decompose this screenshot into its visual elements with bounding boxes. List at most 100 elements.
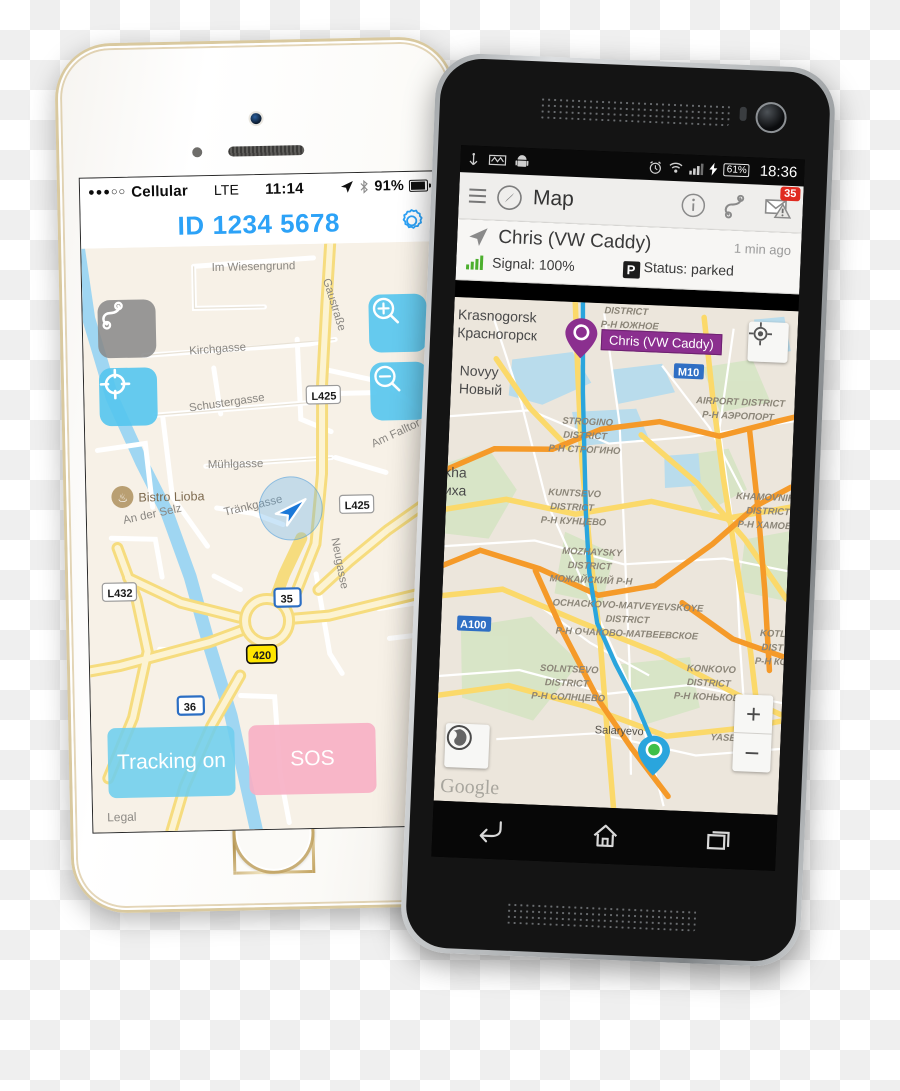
zoom-in-button[interactable] <box>368 293 428 353</box>
android-map-canvas[interactable]: M10 A100 Krasnogorsk Красногорск Novyy Н… <box>433 296 799 815</box>
signal-bars-icon <box>689 163 705 175</box>
street-label: Im Wiesengrund <box>212 260 296 274</box>
battery-percent-badge: 61% <box>723 163 751 178</box>
svg-text:DISTRICT: DISTRICT <box>550 501 595 514</box>
back-arrow-icon[interactable] <box>476 818 505 843</box>
road-shield: 35 <box>273 587 302 608</box>
svg-text:DISTRICT: DISTRICT <box>563 430 608 443</box>
svg-text:L425: L425 <box>345 500 370 513</box>
android-screen: 61% 18:36 Map 35 Chris (VW Caddy) 1 min … <box>431 145 805 871</box>
tracking-toggle-button[interactable]: Tracking on <box>107 725 236 799</box>
usb-icon <box>469 152 478 165</box>
ios-header: ID 1234 5678 <box>80 199 438 249</box>
current-location-puck <box>258 475 324 542</box>
svg-text:DISTRICT: DISTRICT <box>746 505 791 518</box>
network-type-label: LTE <box>213 181 240 198</box>
svg-text:DIST: DIST <box>761 642 784 654</box>
restaurant-icon: ♨ <box>117 491 128 505</box>
battery-percent-label: 91% <box>374 177 405 195</box>
legal-link[interactable]: Legal <box>107 810 137 825</box>
carrier-label: Cellular <box>131 182 189 201</box>
city-label: Novyy <box>459 362 499 380</box>
svg-text:420: 420 <box>253 650 272 662</box>
location-arrow-icon <box>341 181 354 193</box>
mail-badge-count: 35 <box>779 186 801 202</box>
cellular-dots-icon: ●●●○○ <box>87 185 127 199</box>
svg-text:KONKOVO: KONKOVO <box>687 663 737 676</box>
wifi-icon <box>669 162 683 173</box>
ios-map-canvas[interactable]: Im Wiesengrund Gaustraße Kirchgasse Schu… <box>81 241 450 833</box>
compass-icon <box>497 184 522 210</box>
ios-action-bar: Tracking on SOS Legal <box>91 705 449 832</box>
map-shield: M10 <box>673 363 705 380</box>
svg-text:DISTRICT: DISTRICT <box>567 560 612 573</box>
vehicle-status-label: Status: parked <box>643 258 735 279</box>
map-zoom-in-button[interactable]: + <box>733 694 774 735</box>
locate-me-button[interactable] <box>98 367 158 427</box>
street-label: Mühlgasse <box>208 458 264 471</box>
sos-button[interactable]: SOS <box>248 722 377 796</box>
road-shield: L425 <box>338 494 375 514</box>
android-sensor-icon <box>739 106 747 122</box>
svg-text:KUNTSEVO: KUNTSEVO <box>548 487 602 500</box>
crosshair-locate-icon <box>99 368 131 400</box>
svg-text:L432: L432 <box>107 588 132 601</box>
map-shield: A100 <box>456 615 492 632</box>
city-label: Krasnogorsk <box>458 306 538 325</box>
svg-text:L425: L425 <box>311 390 336 403</box>
route-track-icon[interactable] <box>721 194 749 220</box>
last-update-time: 1 min ago <box>733 240 792 258</box>
status-clock: 11:14 <box>264 179 304 198</box>
svg-text:DISTRICT: DISTRICT <box>605 614 650 627</box>
info-circle-icon[interactable] <box>680 192 706 218</box>
map-zoom-out-button[interactable]: − <box>732 733 772 773</box>
vehicle-info-panel[interactable]: Chris (VW Caddy) 1 min ago Signal: 100% … <box>455 219 802 295</box>
map-layers-button[interactable] <box>444 722 490 769</box>
vehicle-name: Chris (VW Caddy) <box>497 226 652 255</box>
bluetooth-icon <box>360 179 369 194</box>
page-title: Map <box>532 186 575 211</box>
device-id: ID 1234 5678 <box>177 207 340 241</box>
device-id-label: ID <box>177 209 205 241</box>
globe-layers-icon <box>446 725 472 751</box>
svg-text:DISTRICT: DISTRICT <box>545 677 590 690</box>
my-location-icon <box>748 322 773 346</box>
ios-screen: ●●●○○ Cellular LTE 11:14 91% ID 1234 5678 <box>78 170 451 834</box>
signal-bars-icon <box>465 255 484 270</box>
google-watermark: Google <box>439 774 500 800</box>
android-clock: 18:36 <box>759 162 798 182</box>
svg-text:A100: A100 <box>460 618 487 631</box>
poi-label: Bistro Lioba <box>138 489 204 504</box>
home-icon[interactable] <box>591 822 620 849</box>
city-label: Новый <box>459 380 503 398</box>
android-robot-icon <box>515 154 529 167</box>
place-label: Salaryevo <box>595 724 644 738</box>
road-shield: L432 <box>101 582 138 602</box>
device-id-value: 1234 5678 <box>212 206 341 240</box>
svg-text:DISTRICT: DISTRICT <box>687 677 732 690</box>
svg-text:35: 35 <box>280 593 292 605</box>
recents-icon[interactable] <box>706 828 733 853</box>
svg-text:M10: M10 <box>678 366 700 379</box>
alarm-clock-icon <box>650 160 662 174</box>
hamburger-menu-icon[interactable] <box>468 187 487 204</box>
iphone-earpiece-speaker <box>228 145 305 157</box>
svg-text:KOTL: KOTL <box>760 628 786 640</box>
my-location-button[interactable] <box>747 321 789 363</box>
magnifier-plus-icon <box>372 297 400 324</box>
android-device: 61% 18:36 Map 35 Chris (VW Caddy) 1 min … <box>399 52 837 968</box>
track-history-button[interactable] <box>97 299 157 359</box>
gear-icon[interactable] <box>396 206 427 237</box>
signal-strength-label: Signal: 100% <box>491 254 576 274</box>
svg-text:STROGINO: STROGINO <box>562 416 614 429</box>
magnifier-minus-icon <box>374 365 401 392</box>
vehicle-status: P Status: parked <box>622 258 734 283</box>
road-shield: 420 <box>245 644 278 665</box>
route-track-icon <box>102 301 123 330</box>
zoom-out-button[interactable] <box>369 361 429 421</box>
mail-warning-button[interactable]: 35 <box>764 186 801 223</box>
city-label: Красногорск <box>457 324 538 343</box>
navigation-arrow-icon <box>469 228 488 246</box>
charging-bolt-icon <box>709 162 718 176</box>
map-zoom-controls[interactable]: + − <box>732 694 774 773</box>
